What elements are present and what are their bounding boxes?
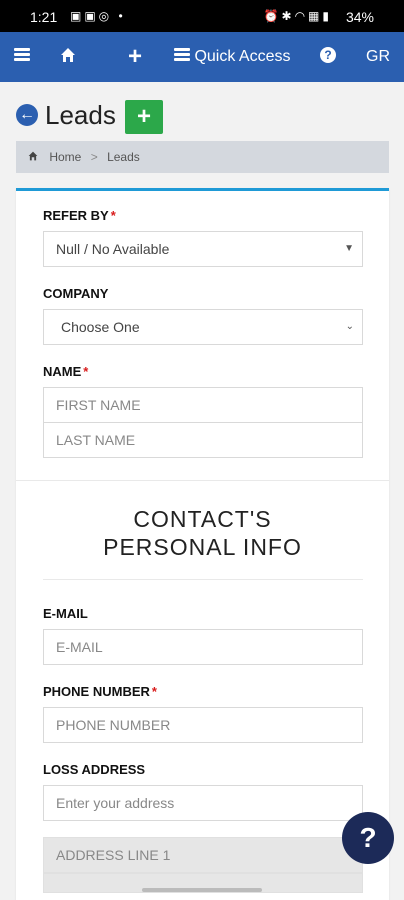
help-fab-button[interactable]: ?: [342, 812, 394, 864]
status-bar: 1:21 ▣▣◎ • ⏰✱◠▦▮ 34%: [0, 0, 404, 32]
home-icon: [28, 151, 38, 161]
add-lead-button[interactable]: +: [125, 100, 163, 134]
company-label: COMPANY: [43, 286, 109, 301]
loss-address-input[interactable]: Enter your address: [43, 785, 363, 821]
lead-form-card: REFER BY * Null / No Available ▼ COMPANY …: [16, 188, 389, 900]
arrow-left-circle-icon[interactable]: ←: [16, 104, 38, 126]
refer-by-label: REFER BY *: [43, 208, 116, 223]
list-icon: [174, 48, 190, 62]
battery-level: 34%: [345, 9, 374, 25]
caret-down-icon: ▼: [344, 243, 354, 254]
contact-section-title: CONTACT'S PERSONAL INFO: [103, 506, 302, 560]
notification-icons: ▣▣◎ •: [70, 9, 126, 23]
bars-icon: [14, 48, 30, 62]
page-title: Leads: [45, 100, 116, 130]
add-button[interactable]: +: [128, 32, 142, 82]
required-marker: *: [83, 364, 89, 379]
breadcrumb-current: Leads: [107, 150, 140, 164]
name-label: NAME *: [43, 364, 89, 379]
quick-access-label: Quick Access: [194, 48, 291, 65]
help-button[interactable]: ?: [320, 32, 336, 82]
plus-icon: +: [128, 43, 143, 70]
required-marker: *: [110, 208, 116, 223]
section-divider: [16, 480, 389, 481]
status-time: 1:21: [30, 9, 58, 25]
required-marker: *: [151, 684, 157, 699]
phone-input[interactable]: PHONE NUMBER: [43, 707, 363, 743]
last-name-input[interactable]: LAST NAME: [43, 422, 363, 458]
top-navbar: + Quick Access ? GR: [0, 32, 404, 82]
loss-address-label: LOSS ADDRESS: [43, 762, 146, 777]
question-circle-icon: ?: [320, 47, 336, 64]
section-divider: [43, 579, 363, 580]
refer-by-select[interactable]: Null / No Available ▼: [43, 231, 363, 267]
menu-button[interactable]: [14, 32, 30, 82]
phone-label: PHONE NUMBER *: [43, 684, 157, 699]
first-name-input[interactable]: FIRST NAME: [43, 387, 363, 423]
question-icon: ?: [359, 822, 377, 853]
breadcrumb-home[interactable]: Home: [49, 150, 81, 164]
plus-icon: +: [136, 103, 151, 130]
breadcrumb: Home > Leads: [16, 141, 389, 173]
address-line1-input[interactable]: ADDRESS LINE 1: [43, 837, 363, 873]
home-icon: [61, 47, 75, 62]
system-icons: ⏰✱◠▦▮: [263, 9, 332, 23]
quick-access-button[interactable]: Quick Access: [174, 32, 290, 82]
user-menu[interactable]: GR: [366, 32, 390, 82]
chevron-down-icon: ⌄: [345, 321, 354, 332]
gesture-bar[interactable]: [142, 888, 262, 892]
breadcrumb-separator: >: [90, 150, 98, 164]
home-button[interactable]: [60, 32, 76, 82]
email-label: E-MAIL: [43, 606, 88, 621]
company-select[interactable]: Choose One ⌄: [43, 309, 363, 345]
email-input[interactable]: E-MAIL: [43, 629, 363, 665]
